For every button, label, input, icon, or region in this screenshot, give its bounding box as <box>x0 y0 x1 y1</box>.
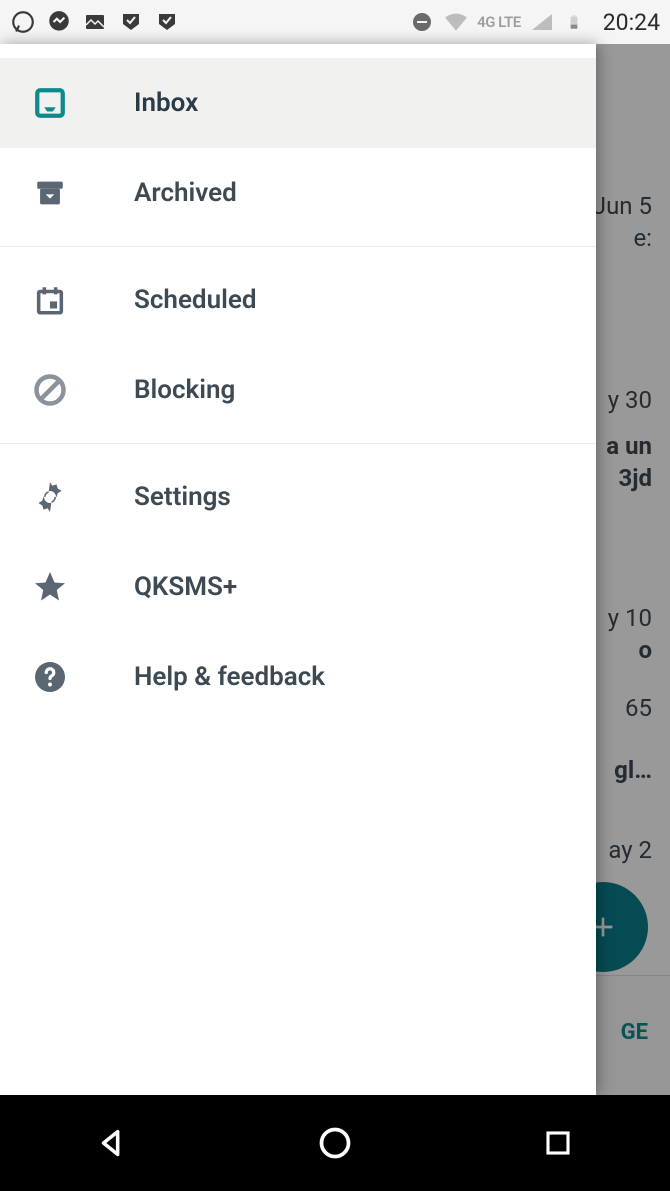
drawer-divider <box>0 246 596 247</box>
back-button[interactable] <box>91 1122 133 1164</box>
drawer-divider <box>0 443 596 444</box>
drawer-item-blocking[interactable]: Blocking <box>0 345 596 435</box>
check-badge-icon <box>118 9 144 35</box>
whatsapp-icon <box>10 9 36 35</box>
clock: 20:24 <box>603 9 660 36</box>
drawer-item-inbox[interactable]: Inbox <box>0 58 596 148</box>
star-icon <box>32 569 68 605</box>
photos-icon <box>82 9 108 35</box>
drawer-item-qksms-plus[interactable]: QKSMS+ <box>0 542 596 632</box>
navigation-drawer: Inbox Archived Scheduled Blocking Settin… <box>0 44 596 1095</box>
home-button[interactable] <box>314 1122 356 1164</box>
drawer-item-label: QKSMS+ <box>134 572 237 602</box>
drawer-item-archived[interactable]: Archived <box>0 148 596 238</box>
calendar-icon <box>32 282 68 318</box>
dnd-icon <box>409 9 435 35</box>
messenger-icon <box>46 9 72 35</box>
status-left <box>10 9 180 35</box>
recents-button[interactable] <box>537 1122 579 1164</box>
drawer-item-settings[interactable]: Settings <box>0 452 596 542</box>
drawer-item-label: Archived <box>134 178 237 208</box>
help-icon <box>32 659 68 695</box>
drawer-item-label: Blocking <box>134 375 235 405</box>
battery-icon <box>563 9 589 35</box>
check-badge-icon <box>154 9 180 35</box>
drawer-item-label: Scheduled <box>134 285 256 315</box>
wifi-icon <box>443 9 469 35</box>
drawer-item-help[interactable]: Help & feedback <box>0 632 596 722</box>
network-label: 4G LTE <box>477 13 521 31</box>
drawer-item-label: Settings <box>134 482 231 512</box>
inbox-icon <box>32 85 68 121</box>
status-right: 4G LTE 20:24 <box>409 9 660 36</box>
drawer-item-label: Help & feedback <box>134 662 325 692</box>
drawer-item-label: Inbox <box>134 88 198 118</box>
signal-icon <box>529 9 555 35</box>
status-bar: 4G LTE 20:24 <box>0 0 670 44</box>
system-nav-bar <box>0 1095 670 1191</box>
block-icon <box>32 372 68 408</box>
drawer-item-scheduled[interactable]: Scheduled <box>0 255 596 345</box>
gear-icon <box>32 479 68 515</box>
archive-icon <box>32 175 68 211</box>
